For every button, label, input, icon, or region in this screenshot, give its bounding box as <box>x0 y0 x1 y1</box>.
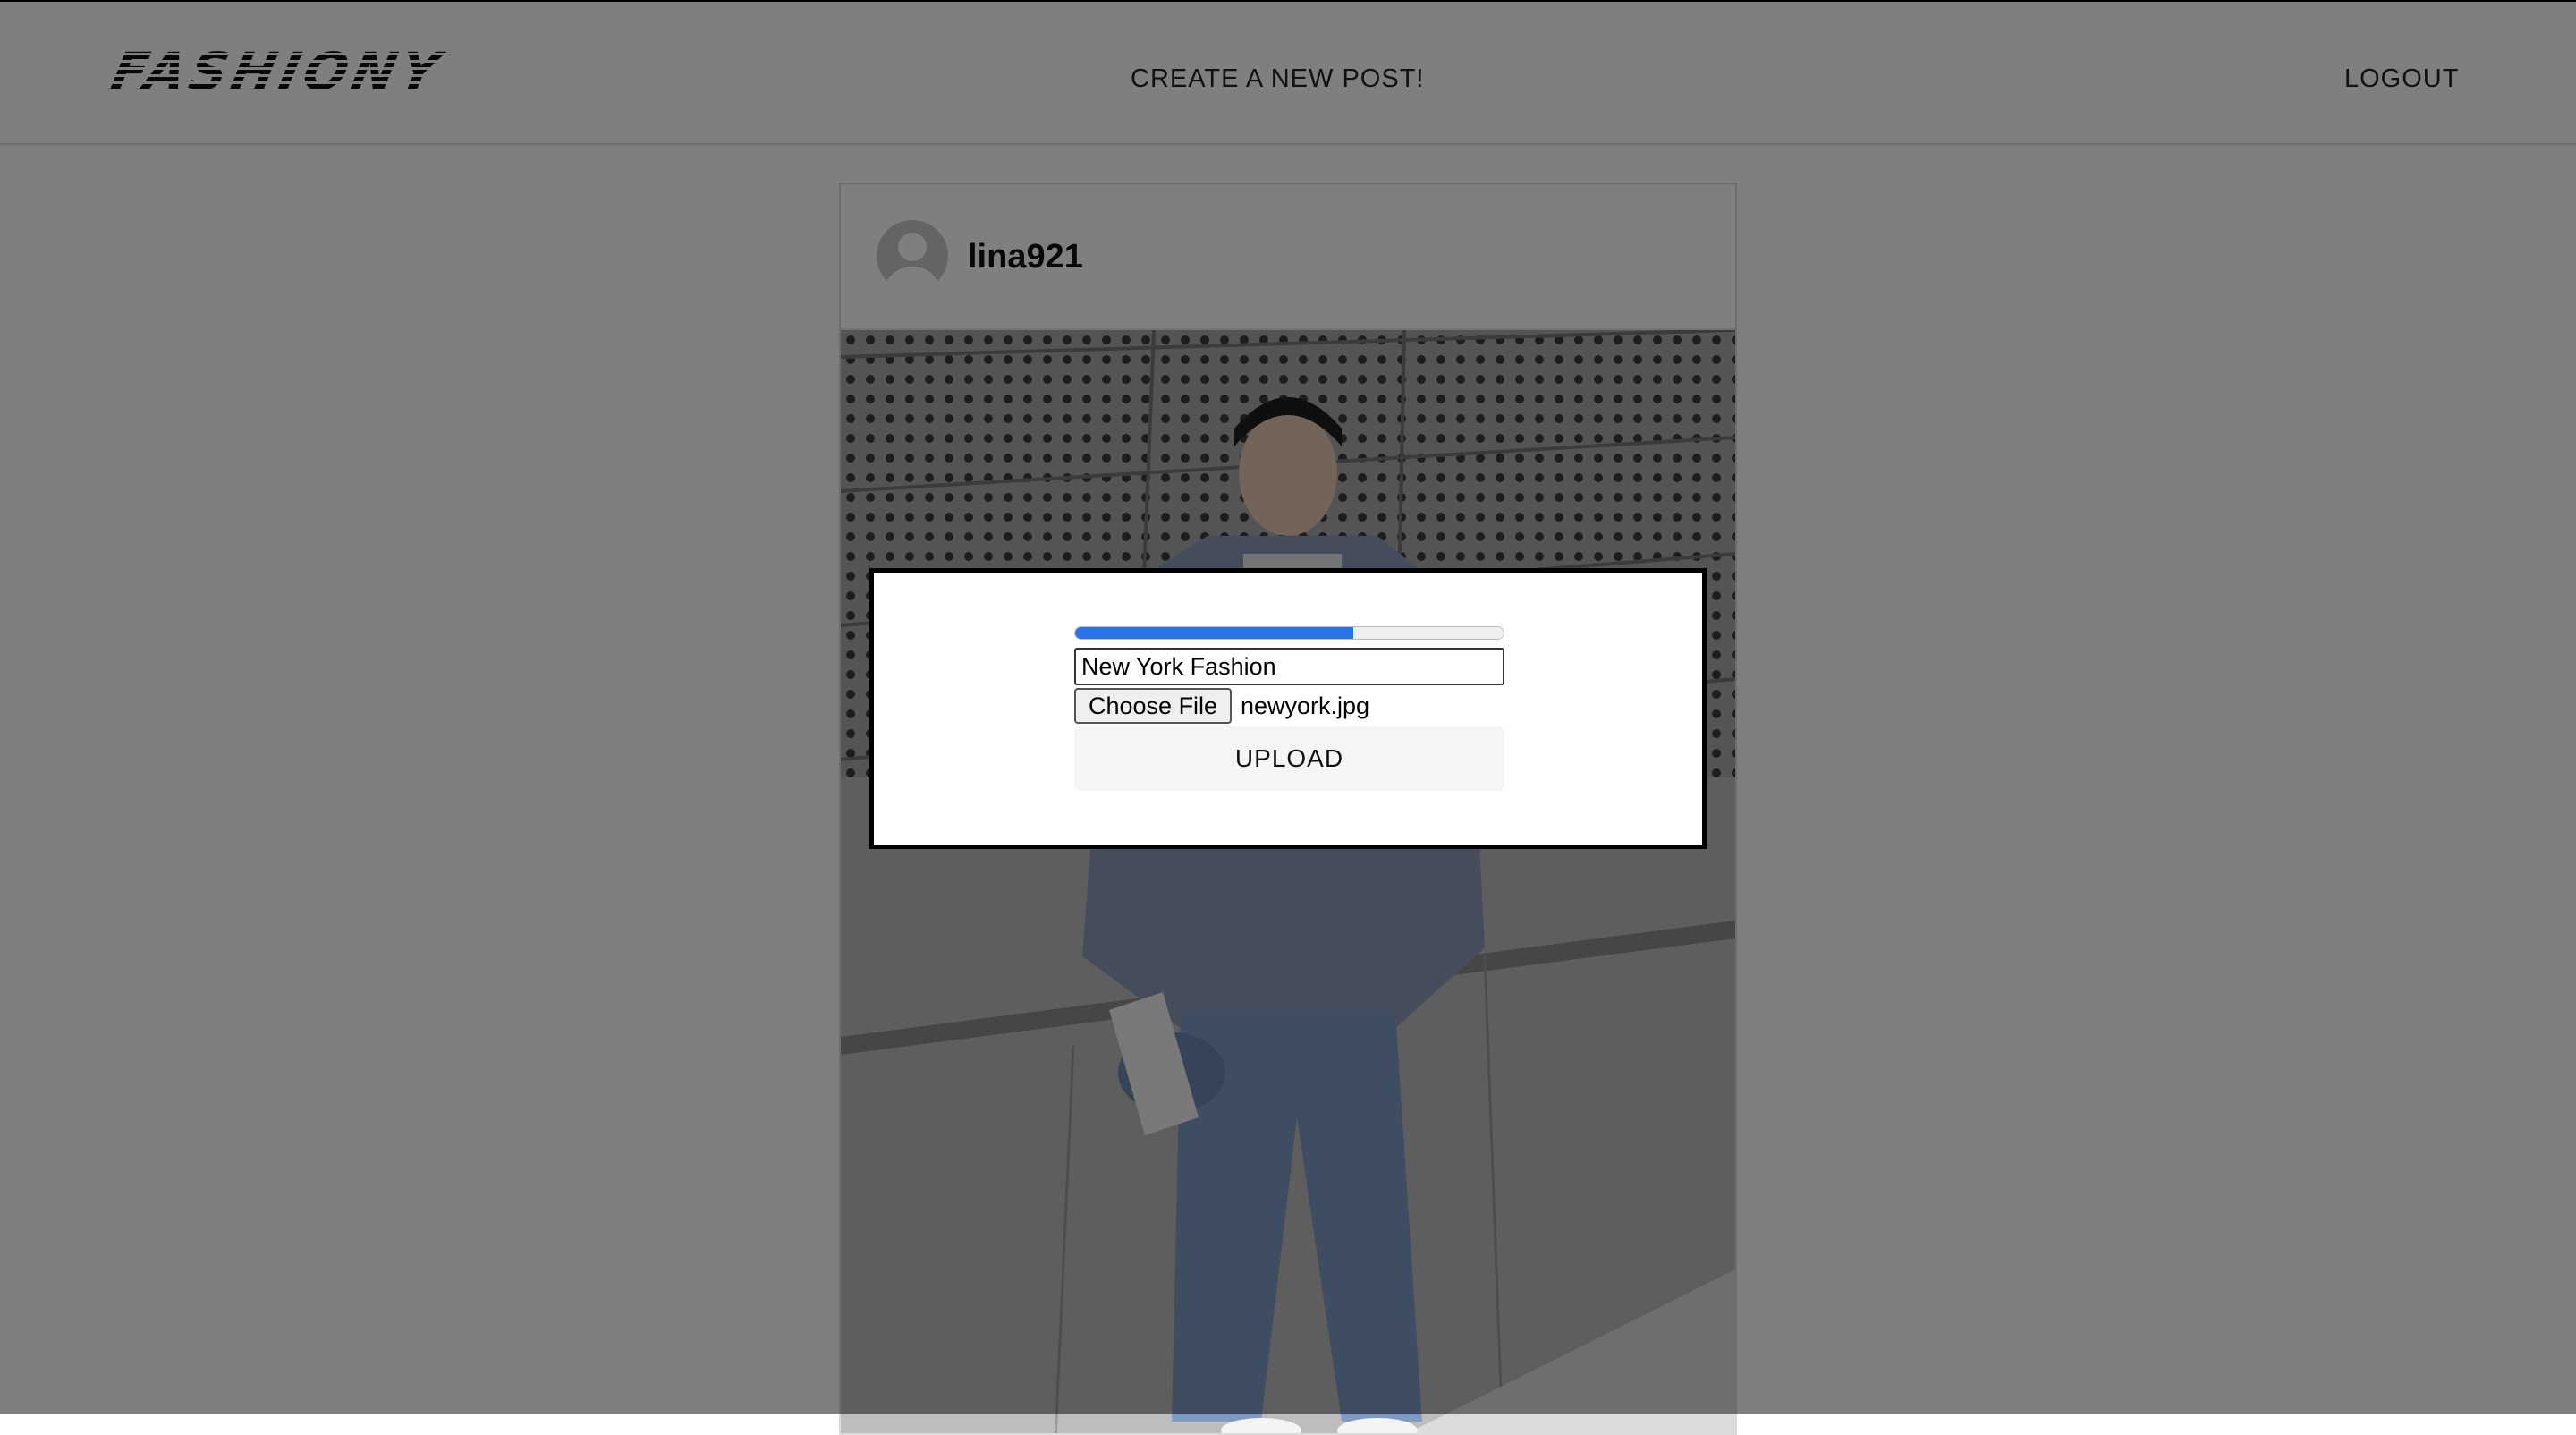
upload-progress-bar <box>1074 626 1504 640</box>
upload-progress-fill <box>1075 627 1354 639</box>
upload-modal: Choose File newyork.jpg UPLOAD <box>869 568 1707 849</box>
caption-input[interactable] <box>1074 648 1504 685</box>
selected-file-name: newyork.jpg <box>1241 692 1370 719</box>
upload-button[interactable]: UPLOAD <box>1074 726 1504 791</box>
choose-file-button[interactable]: Choose File <box>1074 688 1233 724</box>
